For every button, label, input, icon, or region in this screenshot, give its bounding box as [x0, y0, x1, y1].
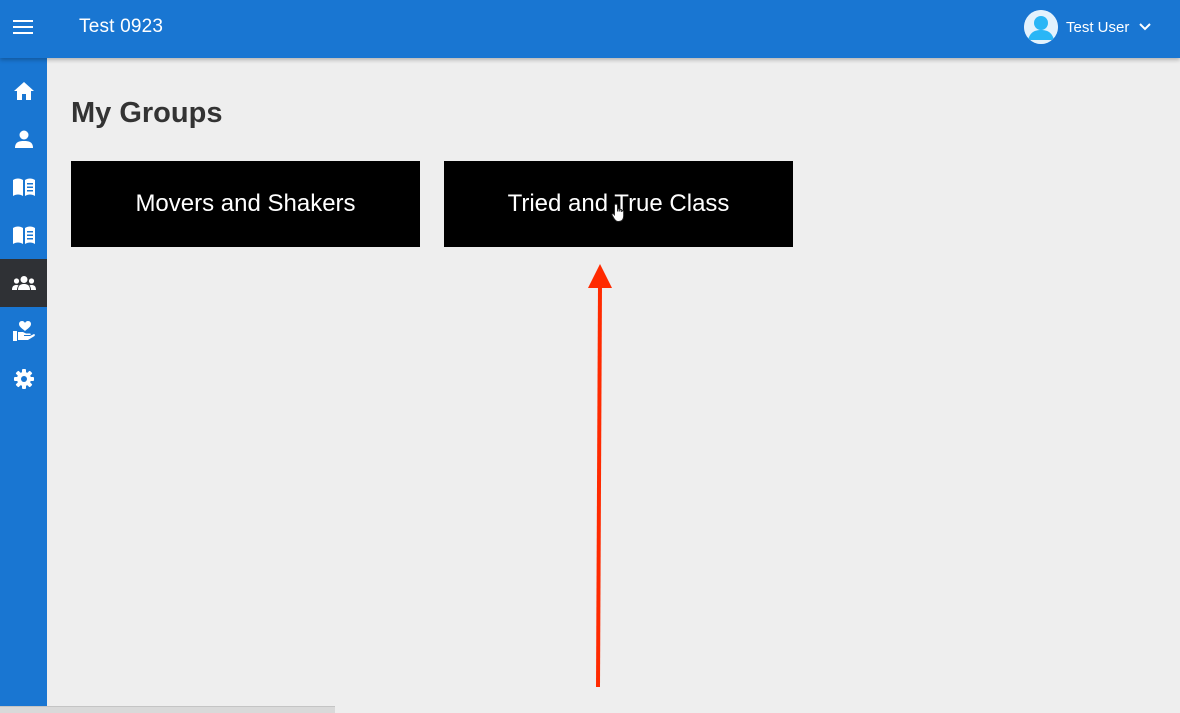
annotation-arrow — [588, 264, 612, 688]
sidebar-item-home[interactable] — [0, 67, 47, 115]
menu-button[interactable] — [9, 13, 37, 41]
person-icon — [14, 130, 33, 148]
sidebar-item-groups[interactable] — [0, 259, 47, 307]
bottom-scrollbar[interactable] — [0, 706, 335, 713]
volunteer-icon — [12, 321, 35, 341]
book-icon — [12, 226, 35, 244]
sidebar-item-profile[interactable] — [0, 115, 47, 163]
app-bar: Test 0923 Test User — [0, 0, 1180, 58]
home-icon — [13, 82, 34, 100]
chevron-down-icon — [1139, 23, 1152, 31]
hand-cursor-icon — [611, 203, 625, 222]
user-menu[interactable]: Test User — [1024, 10, 1152, 44]
sidebar-item-book-1[interactable] — [0, 163, 47, 211]
sidebar-item-book-2[interactable] — [0, 211, 47, 259]
settings-icon — [13, 369, 34, 389]
groups-icon — [11, 276, 36, 290]
sidebar — [0, 58, 47, 713]
hamburger-menu-icon — [13, 20, 33, 34]
page-title: My Groups — [71, 97, 223, 129]
sidebar-item-volunteer[interactable] — [0, 307, 47, 355]
avatar-icon — [1024, 10, 1058, 44]
app-title: Test 0923 — [79, 16, 164, 37]
sidebar-item-settings[interactable] — [0, 355, 47, 403]
book-icon — [12, 178, 35, 196]
group-card-movers-and-shakers[interactable]: Movers and Shakers — [71, 161, 420, 247]
user-name: Test User — [1066, 18, 1130, 36]
